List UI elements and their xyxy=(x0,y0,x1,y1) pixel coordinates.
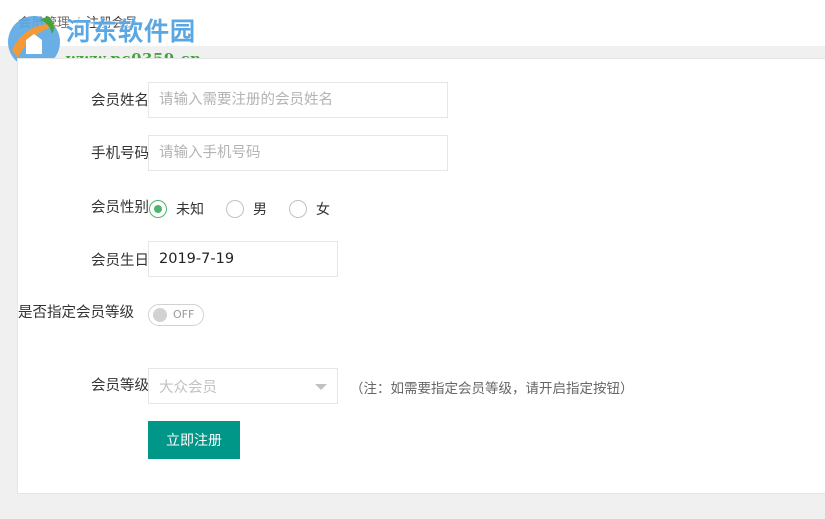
switch-state-text: OFF xyxy=(173,308,195,321)
register-form-card: 会员姓名 手机号码 会员性别 未知 男 女 会员生日 是否指定会员等级 OFF … xyxy=(17,58,825,494)
top-bar: 会员管理 / 注册会员 xyxy=(0,0,825,46)
gender-label: 会员性别 xyxy=(91,200,149,216)
level-select-value: 大众会员 xyxy=(159,379,217,396)
gender-radio-group: 未知 男 女 xyxy=(149,199,352,219)
gender-radio-male[interactable]: 男 xyxy=(226,199,267,219)
name-label: 会员姓名 xyxy=(91,93,149,109)
breadcrumb-item-register-member: 注册会员 xyxy=(85,16,138,31)
assign-level-label: 是否指定会员等级 xyxy=(18,305,134,321)
phone-label: 手机号码 xyxy=(91,146,149,162)
radio-unchecked-icon xyxy=(289,200,307,218)
gender-radio-female[interactable]: 女 xyxy=(289,199,330,219)
phone-input[interactable] xyxy=(148,135,448,171)
name-input[interactable] xyxy=(148,82,448,118)
gender-option-label: 女 xyxy=(316,202,330,218)
birthday-label: 会员生日 xyxy=(91,253,149,269)
breadcrumb-separator: / xyxy=(76,15,80,28)
assign-level-switch[interactable]: OFF xyxy=(148,304,204,326)
switch-knob xyxy=(153,308,167,322)
breadcrumb-item-member-management[interactable]: 会员管理 xyxy=(18,12,70,31)
radio-unchecked-icon xyxy=(226,200,244,218)
chevron-down-icon xyxy=(315,384,327,390)
level-note: （注：如需要指定会员等级，请开启指定按钮） xyxy=(350,381,634,397)
gender-radio-unknown[interactable]: 未知 xyxy=(149,199,204,219)
breadcrumb: 会员管理 / 注册会员 xyxy=(18,12,138,31)
radio-checked-icon xyxy=(149,200,167,218)
level-select[interactable]: 大众会员 xyxy=(148,368,338,404)
gender-option-label: 未知 xyxy=(176,202,204,218)
register-button[interactable]: 立即注册 xyxy=(148,421,240,459)
gender-option-label: 男 xyxy=(253,202,267,218)
level-label: 会员等级 xyxy=(91,378,149,394)
birthday-input[interactable] xyxy=(148,241,338,277)
